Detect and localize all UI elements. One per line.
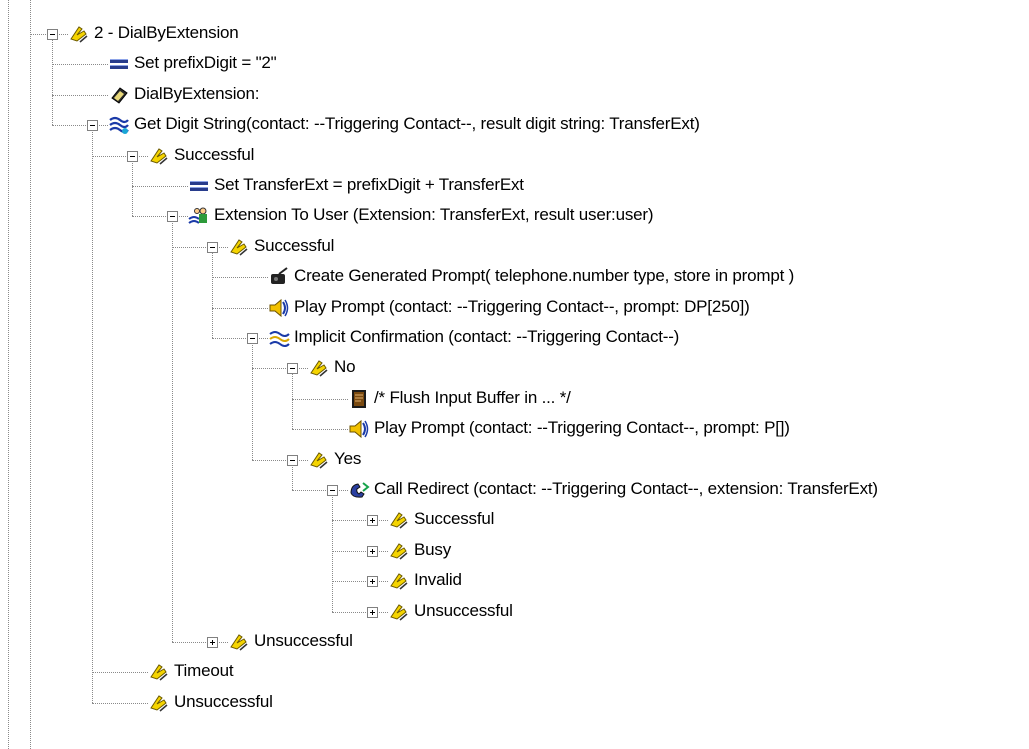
tree-node-connector — [132, 186, 188, 187]
tree-node-connector — [332, 520, 388, 521]
extension-user-icon — [188, 205, 210, 227]
get-digit-icon — [108, 114, 130, 136]
label-tag-icon — [388, 540, 410, 562]
comment-icon — [348, 388, 370, 410]
label-tag-icon — [228, 236, 250, 258]
tree-node-label[interactable]: Implicit Confirmation (contact: --Trigge… — [294, 327, 679, 347]
tree-node-connector — [332, 581, 388, 582]
tree-node-connector — [172, 247, 228, 248]
tree-node-label[interactable]: Unsuccessful — [414, 601, 513, 621]
tree-node-connector — [52, 64, 108, 65]
tree-node-label[interactable]: No — [334, 357, 356, 377]
collapse-toggle[interactable] — [47, 29, 58, 40]
expand-toggle[interactable] — [367, 515, 378, 526]
tree-node-connector — [252, 460, 308, 461]
set-variable-icon — [108, 53, 130, 75]
collapse-toggle[interactable] — [287, 363, 298, 374]
tree-branch-connector — [332, 495, 333, 612]
tree-branch-connector — [52, 39, 53, 125]
label-tag-icon — [388, 570, 410, 592]
tree-node-connector — [92, 156, 148, 157]
tree-branch-connector — [132, 161, 133, 216]
tree-node-label[interactable]: Successful — [414, 509, 494, 529]
tree-branch-connector — [172, 221, 173, 642]
confirmation-icon — [268, 327, 290, 349]
collapse-toggle[interactable] — [207, 242, 218, 253]
tree-node-label[interactable]: Invalid — [414, 570, 462, 590]
tree-node-connector — [332, 612, 388, 613]
label-tag-icon — [228, 631, 250, 653]
goto-label-icon — [108, 84, 130, 106]
label-tag-icon — [388, 509, 410, 531]
label-tag-icon — [148, 145, 170, 167]
tree-node-label[interactable]: Yes — [334, 449, 361, 469]
label-tag-icon — [68, 23, 90, 45]
tree-node-label[interactable]: /* Flush Input Buffer in ... */ — [374, 388, 571, 408]
tree-node-label[interactable]: Call Redirect (contact: --Triggering Con… — [374, 479, 878, 499]
tree-node-label[interactable]: Set prefixDigit = "2" — [134, 53, 277, 73]
tree-node-label[interactable]: Unsuccessful — [174, 692, 273, 712]
tree-node-connector — [292, 399, 348, 400]
tree-node-connector — [252, 368, 308, 369]
tree-node-label[interactable]: Busy — [414, 540, 451, 560]
expand-toggle[interactable] — [367, 607, 378, 618]
label-tag-icon — [308, 357, 330, 379]
collapse-toggle[interactable] — [287, 455, 298, 466]
label-tag-icon — [308, 449, 330, 471]
tree-node-connector — [212, 277, 268, 278]
tree-node-label[interactable]: Unsuccessful — [254, 631, 353, 651]
label-tag-icon — [148, 692, 170, 714]
tree-node-label[interactable]: Get Digit String(contact: --Triggering C… — [134, 114, 700, 134]
tree-node-connector — [292, 429, 348, 430]
tree-node-label[interactable]: Extension To User (Extension: TransferEx… — [214, 205, 654, 225]
script-tree-view: 2 - DialByExtension Set prefixDigit = "2"… — [0, 0, 1029, 749]
tree-node-connector — [52, 125, 108, 126]
tree-node-connector — [92, 703, 148, 704]
tree-node-label[interactable]: Successful — [174, 145, 254, 165]
tree-node-connector — [212, 308, 268, 309]
collapse-toggle[interactable] — [247, 333, 258, 344]
tree-node-label[interactable]: DialByExtension: — [134, 84, 260, 104]
tree-node-label[interactable]: Successful — [254, 236, 334, 256]
tree-branch-connector — [292, 465, 293, 490]
tree-node-label[interactable]: 2 - DialByExtension — [94, 23, 239, 43]
expand-toggle[interactable] — [367, 546, 378, 557]
play-prompt-icon — [268, 297, 290, 319]
tree-root-connector — [30, 0, 31, 749]
generated-prompt-icon — [268, 266, 290, 288]
play-prompt-icon — [348, 418, 370, 440]
tree-branch-connector — [212, 252, 213, 338]
call-redirect-icon — [348, 479, 370, 501]
tree-branch-connector — [292, 373, 293, 429]
tree-node-connector — [52, 95, 108, 96]
tree-branch-connector — [92, 130, 93, 703]
collapse-toggle[interactable] — [327, 485, 338, 496]
tree-node-label[interactable]: Create Generated Prompt( telephone.numbe… — [294, 266, 794, 286]
tree-node-connector — [92, 672, 148, 673]
collapse-toggle[interactable] — [87, 120, 98, 131]
collapse-toggle[interactable] — [127, 151, 138, 162]
set-variable-icon — [188, 175, 210, 197]
tree-node-label[interactable]: Set TransferExt = prefixDigit + Transfer… — [214, 175, 524, 195]
tree-node-connector — [172, 642, 228, 643]
tree-branch-connector — [252, 343, 253, 460]
label-tag-icon — [148, 661, 170, 683]
tree-node-label[interactable]: Play Prompt (contact: --Triggering Conta… — [374, 418, 790, 438]
tree-node-connector — [292, 490, 348, 491]
label-tag-icon — [388, 601, 410, 623]
tree-node-connector — [132, 216, 188, 217]
tree-node-connector — [332, 551, 388, 552]
collapse-toggle[interactable] — [167, 211, 178, 222]
tree-root-connector — [8, 0, 9, 749]
tree-node-connector — [212, 338, 268, 339]
tree-node-label[interactable]: Play Prompt (contact: --Triggering Conta… — [294, 297, 750, 317]
expand-toggle[interactable] — [207, 637, 218, 648]
expand-toggle[interactable] — [367, 576, 378, 587]
tree-node-label[interactable]: Timeout — [174, 661, 234, 681]
